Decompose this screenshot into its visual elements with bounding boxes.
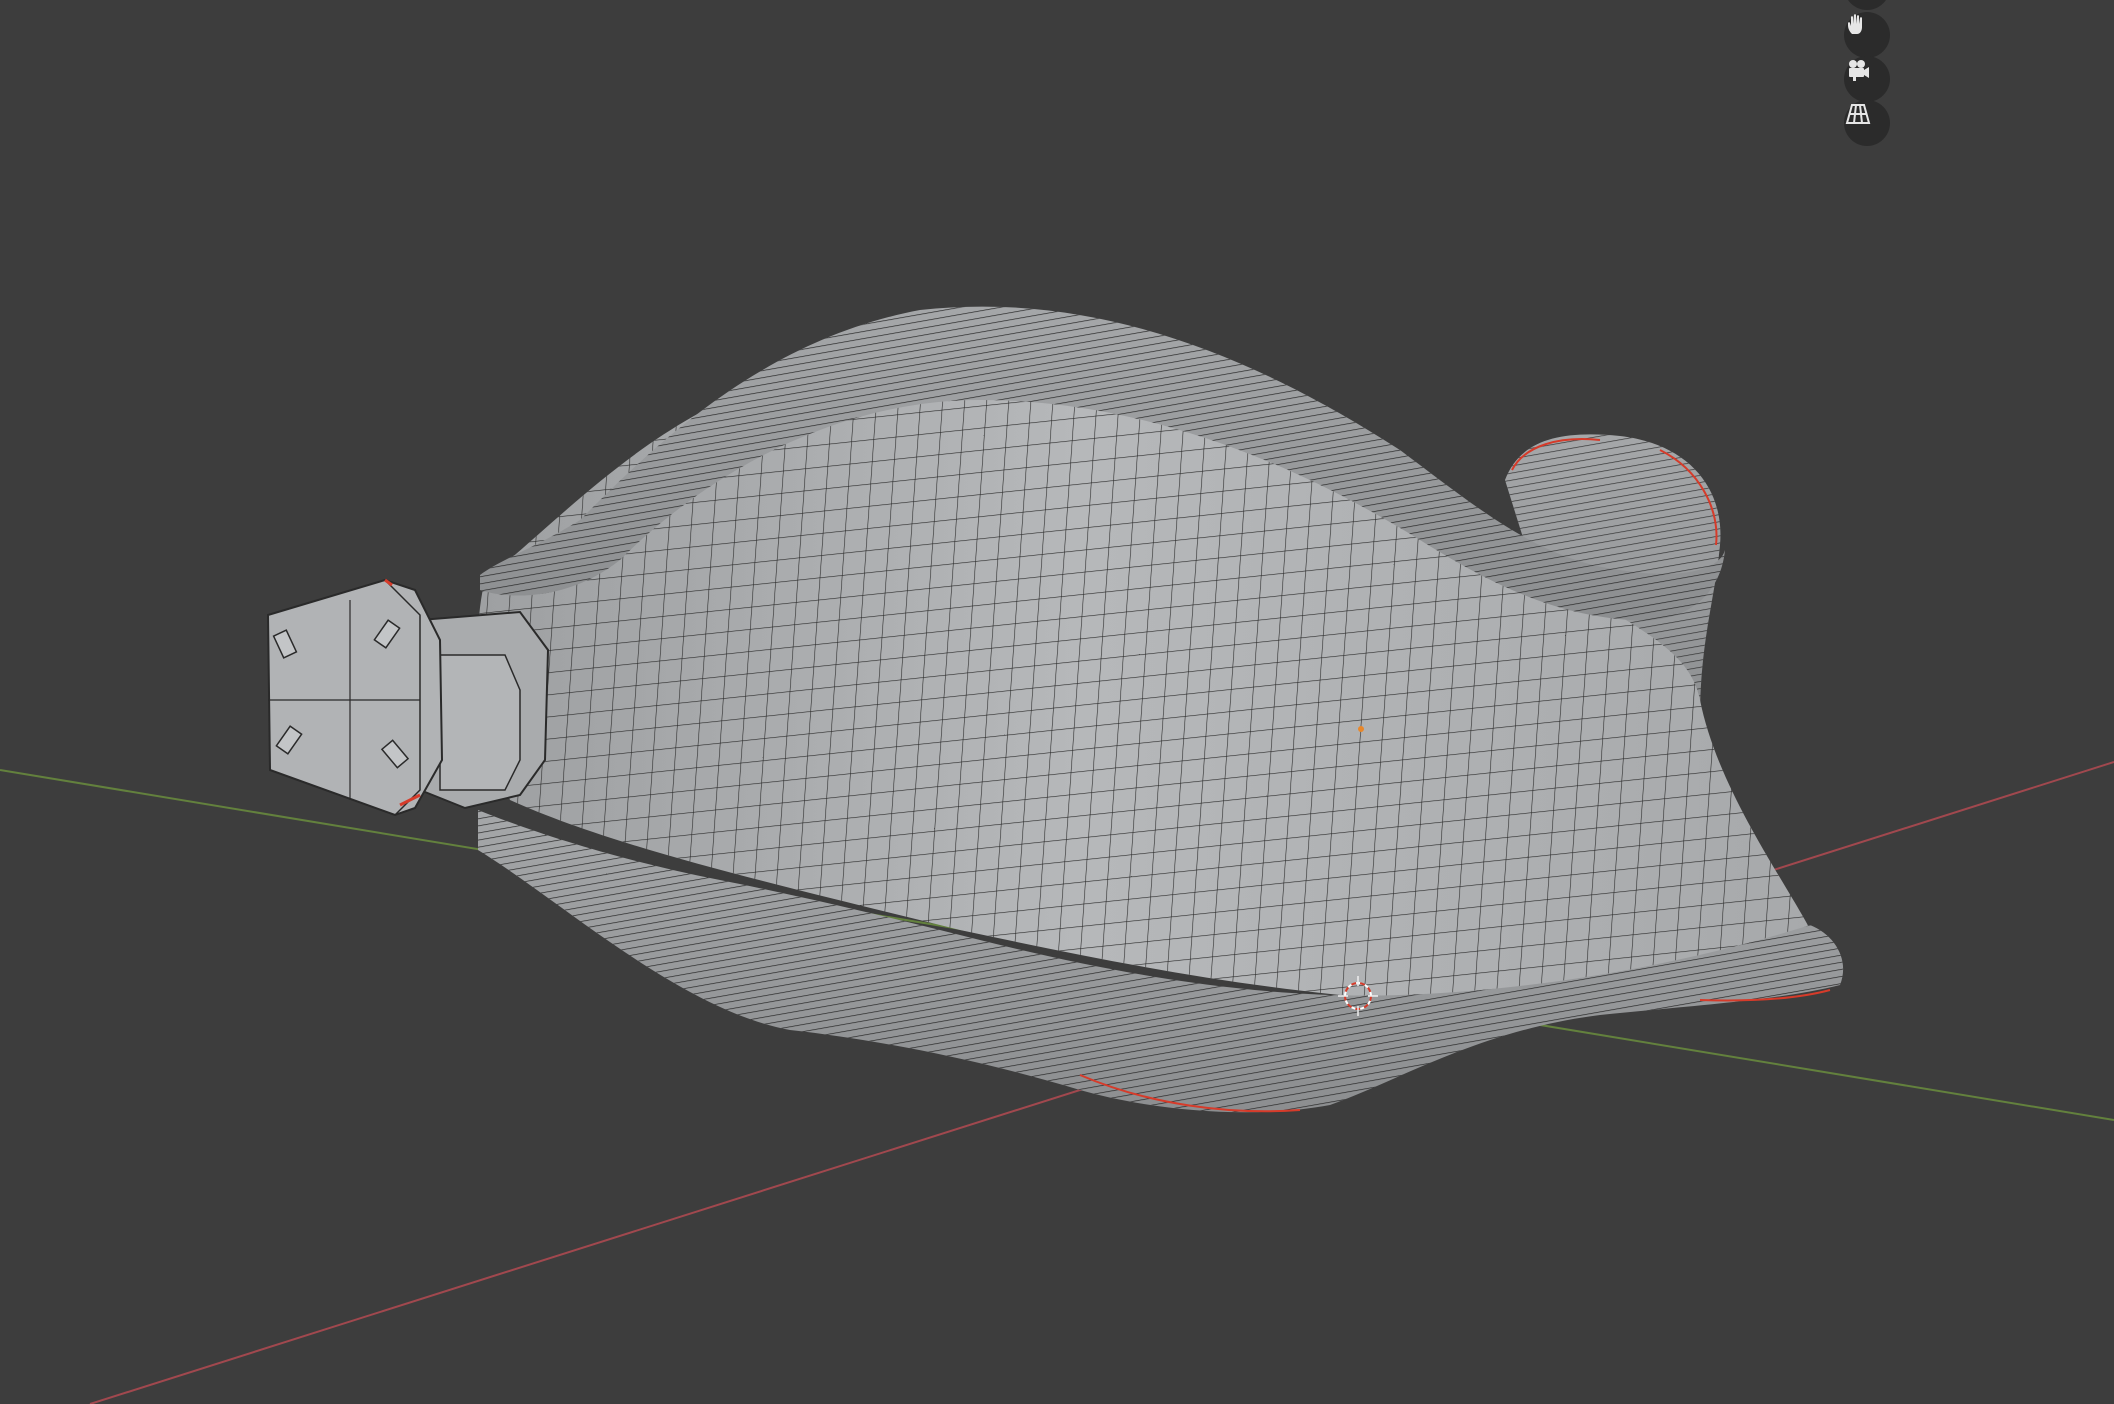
- camera-icon: [1849, 60, 1869, 81]
- zoom-view-button[interactable]: [1844, 0, 1890, 10]
- collar-buckle[interactable]: [266, 578, 550, 817]
- 3d-viewport[interactable]: [0, 0, 2114, 1404]
- object-origin: [1358, 726, 1364, 732]
- navigation-gizmo: [1844, 0, 1894, 150]
- toggle-camera-view-button[interactable]: [1844, 56, 1890, 102]
- toggle-projection-button[interactable]: [1844, 100, 1890, 146]
- hand-icon: [1848, 14, 1862, 34]
- viewport-canvas[interactable]: [0, 0, 2114, 1404]
- grid-perspective-icon: [1845, 104, 1871, 124]
- pan-view-button[interactable]: [1844, 12, 1890, 58]
